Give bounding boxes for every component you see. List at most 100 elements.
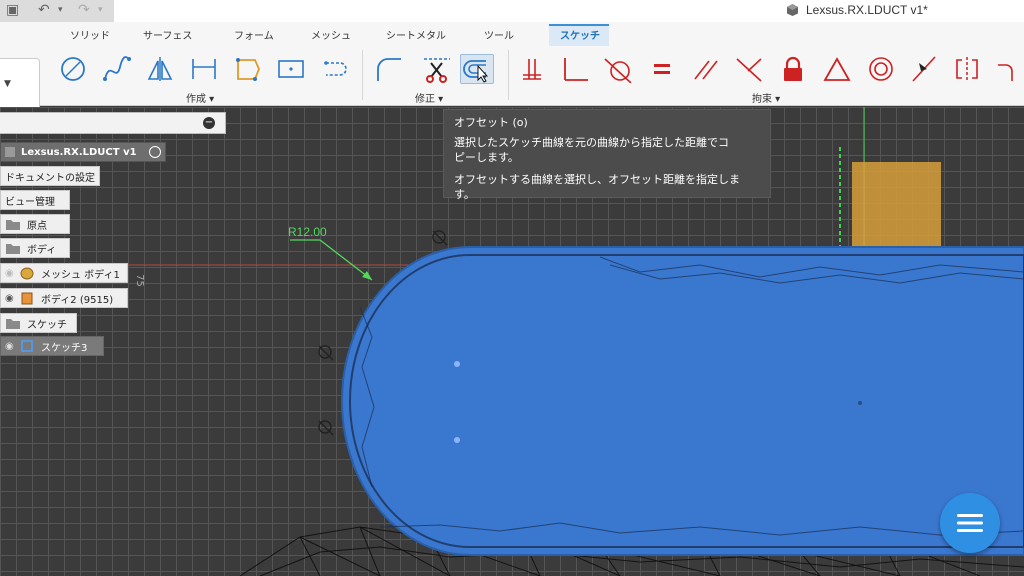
tab-solid[interactable]: ソリッド xyxy=(70,27,110,42)
tangent-icon xyxy=(604,58,632,83)
undo-icon[interactable]: ↶ xyxy=(38,2,50,18)
collinear-icon xyxy=(736,58,762,82)
offset-tool[interactable] xyxy=(460,54,494,84)
visibility-eye-icon[interactable]: ◉ xyxy=(5,293,19,304)
group-label-create[interactable]: 作成 ▾ xyxy=(186,90,214,105)
fix-constraint-tool[interactable] xyxy=(515,54,549,84)
triangle-icon xyxy=(823,57,851,81)
circle-diameter-tool[interactable] xyxy=(56,54,90,84)
parallel-tool[interactable] xyxy=(689,54,723,84)
browser-root[interactable]: Lexsus.RX.LDUCT v1 xyxy=(0,142,166,162)
equal-icon xyxy=(654,64,670,74)
sketch-icon xyxy=(21,339,33,352)
sketch-point xyxy=(858,401,862,405)
browser-item-body2[interactable]: ◉ ボディ2 (9515) xyxy=(0,288,128,308)
offset-tooltip: オフセット (o) 選択したスケッチ曲線を元の曲線から指定した距離でコ ピーしま… xyxy=(443,109,771,201)
spline-tool[interactable] xyxy=(100,54,134,84)
equal-tool[interactable] xyxy=(645,54,679,84)
perpendicular-tool[interactable] xyxy=(558,54,592,84)
rectangle-center-tool[interactable] xyxy=(274,54,308,84)
document-title: Lexsus.RX.LDUCT v1* xyxy=(806,3,928,17)
fix-constraint-icon xyxy=(523,59,541,80)
construction-plane xyxy=(852,162,941,250)
curvature-tool[interactable] xyxy=(994,54,1024,84)
browser-root-label: Lexsus.RX.LDUCT v1 xyxy=(21,146,137,158)
redo-icon[interactable]: ↷ xyxy=(78,2,90,18)
browser-item-mesh-body[interactable]: ◉ メッシュ ボディ1 xyxy=(0,263,128,283)
browser-item-bodies[interactable]: ボディ xyxy=(0,238,70,258)
group-label-constrain[interactable]: 拘束 ▾ xyxy=(752,90,780,105)
folder-icon xyxy=(6,243,20,254)
browser-item-label: メッシュ ボディ1 xyxy=(41,269,120,281)
mirror-tool[interactable] xyxy=(143,54,177,84)
perpendicular-icon xyxy=(564,58,588,81)
browser-item-origin[interactable]: 原点 xyxy=(0,214,70,234)
sketch-point xyxy=(454,361,460,367)
mirror-icon xyxy=(147,57,173,81)
trim-tool[interactable] xyxy=(420,54,454,84)
folder-icon xyxy=(6,219,20,230)
document-cube-icon xyxy=(787,4,798,16)
midpoint-tool[interactable] xyxy=(907,54,941,84)
triangle-constraint-tool[interactable] xyxy=(820,54,854,84)
document-icon xyxy=(5,147,15,157)
tab-sheetmetal[interactable]: シートメタル xyxy=(386,27,446,42)
browser-item-document-settings[interactable]: ドキュメントの設定 xyxy=(0,166,100,186)
dimension-line-tool[interactable] xyxy=(187,54,221,84)
fillet-icon xyxy=(377,58,401,81)
fillet-tool[interactable] xyxy=(372,54,406,84)
collapse-icon[interactable]: − xyxy=(203,117,215,129)
rectangle-center-icon xyxy=(278,60,304,78)
tab-tools[interactable]: ツール xyxy=(484,27,514,42)
browser-item-sketches[interactable]: スケッチ xyxy=(0,313,77,333)
tangent-tool[interactable] xyxy=(601,54,635,84)
browser-item-label: ドキュメントの設定 xyxy=(5,172,95,184)
slot-icon xyxy=(324,61,347,76)
radius-dimension[interactable]: R12.00 xyxy=(288,225,327,239)
ribbon: ソリッド サーフェス フォーム メッシュ シートメタル ツール スケッチ ▼ 作… xyxy=(0,22,1024,116)
tab-mesh[interactable]: メッシュ xyxy=(311,27,351,42)
midpoint-icon xyxy=(912,56,936,82)
tooltip-title: オフセット (o) xyxy=(454,116,528,129)
quick-access-toolbar: ▣ ↶ ▾ ↷ ▾ xyxy=(0,0,114,22)
tab-form[interactable]: フォーム xyxy=(234,27,274,42)
undo-dropdown-icon[interactable]: ▾ xyxy=(58,5,63,15)
collinear-tool[interactable] xyxy=(732,54,766,84)
save-icon[interactable]: ▣ xyxy=(6,2,19,18)
spline-icon xyxy=(103,56,131,81)
slot-tool[interactable] xyxy=(318,54,352,84)
visibility-eye-icon[interactable]: ◉ xyxy=(5,341,19,352)
circle-diameter-icon xyxy=(61,57,85,81)
horizontal-dimension-icon xyxy=(192,59,216,79)
chevron-down-icon: ▼ xyxy=(4,79,11,89)
symmetry-icon xyxy=(956,57,978,81)
fix-lock-tool[interactable] xyxy=(776,54,810,84)
visibility-eye-icon[interactable]: ◉ xyxy=(5,268,19,279)
activate-radio-icon[interactable] xyxy=(149,146,161,158)
browser-item-label: ボディ xyxy=(27,244,57,256)
solid-body-icon xyxy=(21,292,33,304)
curvature-icon xyxy=(998,64,1013,81)
tab-surface[interactable]: サーフェス xyxy=(143,27,192,42)
menu-fab-button[interactable] xyxy=(940,493,1000,553)
tooltip-description-cont: ピーします。 xyxy=(454,151,519,164)
offset-icon xyxy=(463,60,489,83)
tab-sketch[interactable]: スケッチ xyxy=(560,27,600,42)
mesh-body-icon xyxy=(20,267,34,279)
lock-icon xyxy=(784,56,802,81)
concentric-icon xyxy=(869,57,893,81)
scissors-icon xyxy=(424,58,450,83)
hamburger-menu-icon xyxy=(957,514,983,532)
browser-header[interactable]: − xyxy=(0,112,226,134)
browser-item-sketch3[interactable]: ◉ スケッチ3 xyxy=(0,336,104,356)
browser-item-label: 原点 xyxy=(27,220,47,232)
group-label-modify[interactable]: 修正 ▾ xyxy=(415,90,443,105)
concentric-tool[interactable] xyxy=(864,54,898,84)
browser-item-label: ボディ2 (9515) xyxy=(41,294,114,306)
axis-tick-label: 75 xyxy=(133,274,145,287)
polygon-tool[interactable] xyxy=(231,54,265,84)
symmetry-tool[interactable] xyxy=(950,54,984,84)
group-divider xyxy=(508,50,509,100)
redo-dropdown-icon[interactable]: ▾ xyxy=(98,5,103,15)
browser-item-named-views[interactable]: ビュー管理 xyxy=(0,190,70,210)
